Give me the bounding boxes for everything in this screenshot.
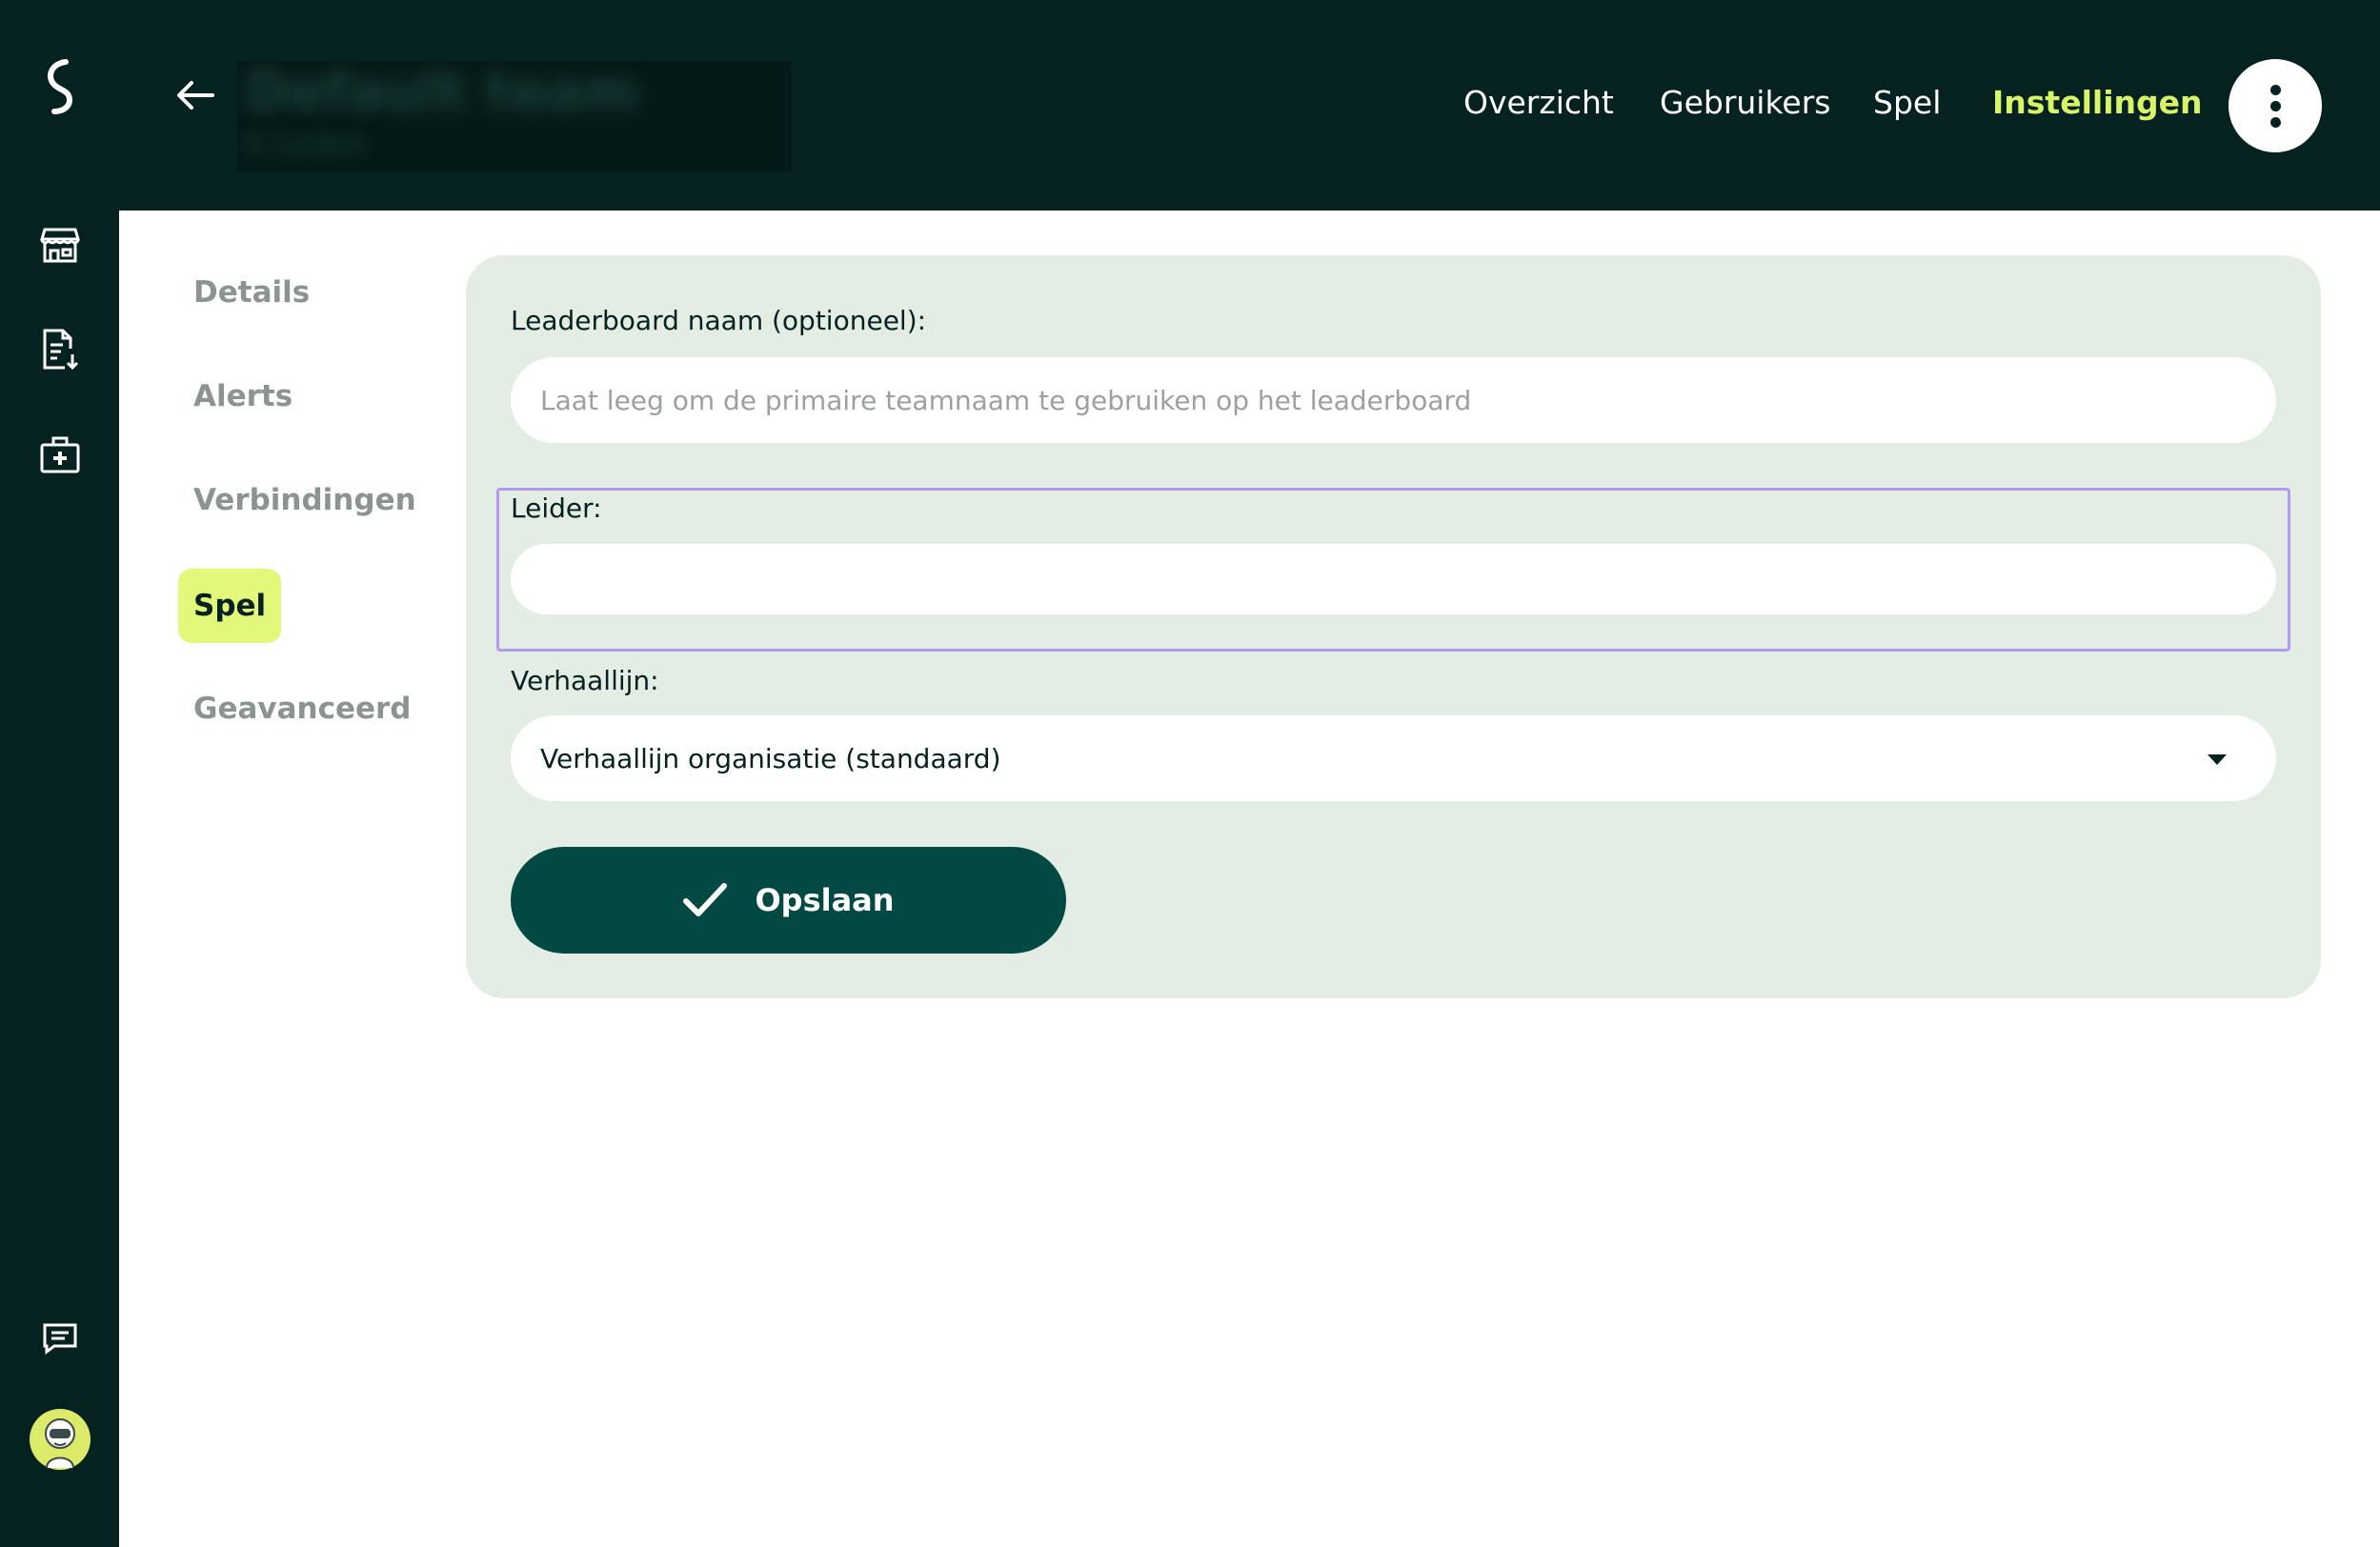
- team-name: Default team: [245, 61, 638, 123]
- logo-icon[interactable]: [0, 53, 119, 120]
- leider-label: Leider:: [511, 492, 602, 524]
- leaderboard-name-input[interactable]: [511, 357, 2276, 443]
- store-icon[interactable]: [0, 221, 119, 269]
- subnav-details[interactable]: Details: [178, 255, 325, 330]
- checkmark-icon: [683, 883, 728, 916]
- kebab-dot: [2269, 116, 2281, 128]
- report-download-icon[interactable]: [0, 326, 119, 373]
- tab-overzicht[interactable]: Overzicht: [1463, 84, 1614, 121]
- top-header: Default team 6 Leden Overzicht Gebruiker…: [119, 0, 2380, 211]
- chevron-down-icon: [2208, 754, 2227, 765]
- subnav-geavanceerd[interactable]: Geavanceerd: [178, 672, 427, 746]
- settings-form-card: Leaderboard naam (optioneel): Leider: Ve…: [466, 255, 2321, 998]
- subnav-verbindingen[interactable]: Verbindingen: [178, 463, 432, 537]
- leaderboard-name-label: Leaderboard naam (optioneel):: [511, 305, 927, 336]
- kebab-dot: [2269, 100, 2281, 111]
- medical-kit-icon[interactable]: [0, 431, 119, 478]
- verhaallijn-select[interactable]: Verhaallijn organisatie (standaard): [511, 715, 2276, 801]
- tab-spel[interactable]: Spel: [1873, 84, 1941, 121]
- side-rail: [0, 0, 119, 1547]
- tab-instellingen[interactable]: Instellingen: [1992, 84, 2203, 121]
- subnav-alerts[interactable]: Alerts: [178, 359, 308, 433]
- back-arrow-icon[interactable]: [174, 78, 222, 112]
- chat-icon[interactable]: [0, 1315, 119, 1362]
- leider-input[interactable]: [511, 544, 2276, 614]
- tab-gebruikers[interactable]: Gebruikers: [1660, 84, 1830, 121]
- subnav-spel[interactable]: Spel: [178, 569, 282, 643]
- avatar[interactable]: [0, 1408, 119, 1471]
- save-button-label: Opslaan: [755, 882, 895, 918]
- save-button[interactable]: Opslaan: [511, 847, 1066, 954]
- team-subtitle: 6 Leden: [245, 126, 367, 162]
- verhaallijn-selected-value: Verhaallijn organisatie (standaard): [540, 742, 1001, 774]
- verhaallijn-label: Verhaallijn:: [511, 665, 659, 696]
- kebab-dot: [2269, 84, 2281, 95]
- team-title-block: Default team 6 Leden: [237, 61, 791, 171]
- more-options-button[interactable]: [2229, 59, 2322, 152]
